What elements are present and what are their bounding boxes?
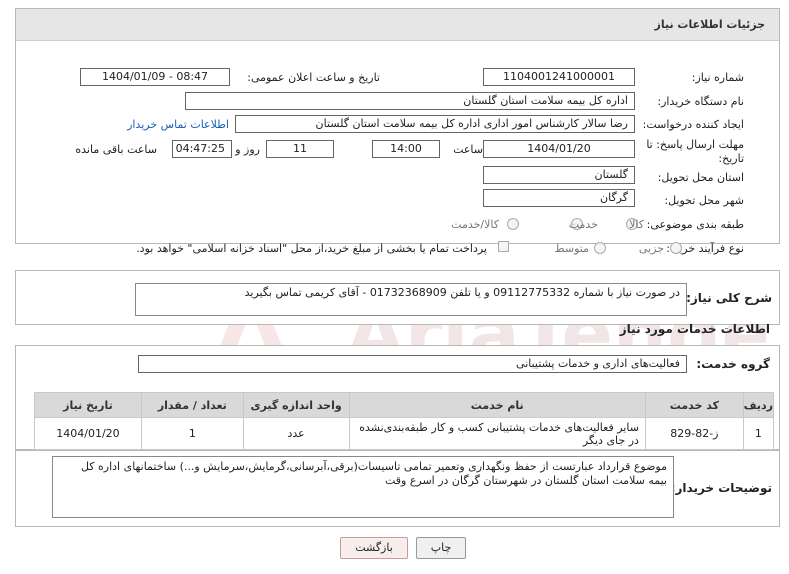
category-radio-goods-service[interactable] <box>507 218 519 230</box>
col-row: ردیف <box>742 392 775 418</box>
cell-date: 1404/01/20 <box>34 417 142 450</box>
cell-row: 1 <box>742 417 775 450</box>
creator-field: رضا سالار کارشناس امور اداری اداره کل بی… <box>235 115 635 133</box>
category-label: طبقه بندی موضوعی: <box>646 218 744 231</box>
process-radio-minor[interactable] <box>670 242 682 254</box>
col-date: تاریخ نیاز <box>34 392 142 418</box>
category-option-goods: کالا <box>629 218 644 231</box>
process-option-medium: متوسط <box>554 242 589 255</box>
panel-header: جزئیات اطلاعات نیاز <box>16 9 779 41</box>
buyer-org-field: اداره کل بیمه سلامت استان گلستان <box>185 92 635 110</box>
city-label: شهر محل تحویل: <box>664 194 744 207</box>
summary-label: شرح کلی نیاز: <box>686 291 772 305</box>
print-button[interactable]: چاپ <box>416 537 466 559</box>
summary-textarea[interactable]: در صورت نیاز با شماره 09112775332 و یا ت… <box>135 283 687 316</box>
col-unit: واحد اندازه گیری <box>242 392 350 418</box>
category-option-service: خدمت <box>568 218 598 231</box>
table-header-row: ردیف کد خدمت نام خدمت واحد اندازه گیری ت… <box>34 392 775 418</box>
col-code: کد خدمت <box>644 392 744 418</box>
days-field: 11 <box>266 140 334 158</box>
table-row: 1 ز-82-829 سایر فعالیت‌های خدمات پشتیبان… <box>34 417 775 450</box>
days-label: روز و <box>235 143 260 156</box>
col-qty: تعداد / مقدار <box>140 392 244 418</box>
province-label: استان محل تحویل: <box>657 171 744 184</box>
deadline-date-field: 1404/01/20 <box>483 140 635 158</box>
treasury-checkbox[interactable] <box>498 241 509 252</box>
cell-code: ز-82-829 <box>644 417 744 450</box>
buyer-notes-label: توضیحات خریدار: <box>670 481 772 495</box>
services-section-title: اطلاعات خدمات مورد نیاز <box>619 322 770 336</box>
creator-label: ایجاد کننده درخواست: <box>642 118 744 131</box>
remaining-time-field: 04:47:25 <box>172 140 232 158</box>
buyer-notes-textarea[interactable]: موضوع قرارداد عبارتست از حفظ ونگهداری وت… <box>52 456 674 518</box>
buyer-org-label: نام دستگاه خریدار: <box>657 95 744 108</box>
cell-qty: 1 <box>140 417 244 450</box>
process-option-minor: جزیی <box>638 242 664 255</box>
treasury-note: پرداخت تمام یا بخشی از مبلغ خرید،از محل … <box>136 242 487 255</box>
time-label: ساعت <box>453 143 483 156</box>
service-group-label: گروه خدمت: <box>696 357 770 371</box>
deadline-time-field: 14:00 <box>372 140 440 158</box>
cell-unit: عدد <box>242 417 350 450</box>
need-number-label: شماره نیاز: <box>691 71 744 84</box>
city-field: گرگان <box>483 189 635 207</box>
col-name: نام خدمت <box>348 392 646 418</box>
remaining-label: ساعت باقی مانده <box>75 143 157 156</box>
deadline-label: مهلت ارسال پاسخ: تا تاریخ: <box>646 138 744 165</box>
announce-field: 1404/01/09 - 08:47 <box>80 68 230 86</box>
services-table: ردیف کد خدمت نام خدمت واحد اندازه گیری ت… <box>34 392 775 450</box>
announce-label: تاریخ و ساعت اعلان عمومی: <box>247 71 380 84</box>
page-title: جزئیات اطلاعات نیاز <box>654 18 766 31</box>
category-option-goods-service: کالا/خدمت <box>451 218 499 231</box>
service-group-field: فعالیت‌های اداری و خدمات پشتیبانی <box>138 355 687 373</box>
province-field: گلستان <box>483 166 635 184</box>
back-button[interactable]: بازگشت <box>340 537 408 559</box>
process-radio-medium[interactable] <box>594 242 606 254</box>
need-number-field: 1104001241000001 <box>483 68 635 86</box>
buyer-contact-link[interactable]: اطلاعات تماس خریدار <box>127 118 229 131</box>
cell-name: سایر فعالیت‌های خدمات پشتیبانی کسب و کار… <box>348 417 646 450</box>
